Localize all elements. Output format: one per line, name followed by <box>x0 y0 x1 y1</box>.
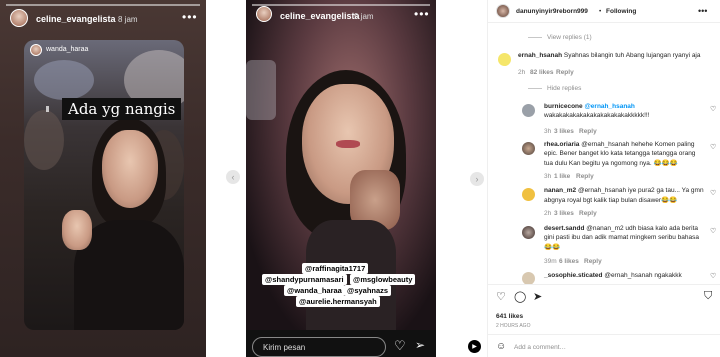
like-heart-icon[interactable]: ♡ <box>710 105 716 113</box>
comment-likes[interactable]: 1 like <box>554 173 570 180</box>
mention-tag[interactable]: @msglowbeauty <box>350 274 416 285</box>
view-replies-link[interactable]: View replies (1) <box>547 34 592 41</box>
comment-icon[interactable]: ◯ <box>514 290 526 303</box>
comment-likes[interactable]: 3 likes <box>554 128 574 135</box>
reply-thread-line <box>528 88 542 89</box>
comment-text: 😂😂 <box>544 244 561 251</box>
emoji-icon[interactable]: ☺ <box>496 341 506 352</box>
story-username[interactable]: celine_evangelista <box>36 14 116 24</box>
author-avatar[interactable] <box>496 4 510 18</box>
post-timestamp: 2 HOURS AGO <box>496 323 531 329</box>
heart-icon[interactable]: ♡ <box>394 338 406 354</box>
avatar[interactable] <box>256 6 272 22</box>
play-icon[interactable]: ▶ <box>468 340 481 353</box>
comment: nanan_m2 @ernah_hsanah iye pura2 ga tau.… <box>544 187 704 194</box>
divider <box>488 334 720 335</box>
comment: rhea.oriaria @ernah_hsanah hehehe Komen … <box>544 141 694 148</box>
story-progress-bar <box>6 4 200 6</box>
reply-button[interactable]: Reply <box>576 173 594 180</box>
story-username[interactable]: celine_evangelista <box>280 11 360 21</box>
like-heart-icon[interactable]: ♡ <box>710 143 716 151</box>
comment-text: epic. Bener banget klo kata tetangga tet… <box>544 150 696 157</box>
comment-time: 3h <box>544 173 552 180</box>
comment-text: @ernah_hsanah iye pura2 ga tau... Ya gmn <box>577 187 704 194</box>
comment-user[interactable]: desert.sandd <box>544 225 584 232</box>
like-icon[interactable]: ♡ <box>496 290 506 303</box>
like-heart-icon[interactable]: ♡ <box>710 227 716 235</box>
comment-text: tua dulu Kan begitu ya ngomong nya. 😂😂😂 <box>544 160 678 167</box>
comment-user[interactable]: _sosophie.sticated <box>544 272 603 279</box>
comment: ernah_hsanah Syahnas bilangin tuh Abang … <box>518 52 701 59</box>
mention-tag[interactable]: @raffinagita1717 <box>302 263 369 274</box>
mention-tag[interactable]: @aurelie.hermansyah <box>296 296 380 307</box>
more-options-icon[interactable]: ••• <box>414 7 430 21</box>
story-time: 9 jam <box>354 12 374 21</box>
comment-text: gini pasti ibu dan adik mamat mingkem se… <box>544 234 700 241</box>
story-caption: Ada yg nangis <box>62 98 182 120</box>
comment-text: Syahnas bilangin tuh Abang lujangan ryan… <box>563 52 701 59</box>
post-author[interactable]: danunyinyir9reborn999 <box>516 8 588 15</box>
like-count[interactable]: 641 likes <box>496 313 523 320</box>
comment-user[interactable]: rhea.oriaria <box>544 141 579 148</box>
comment-user[interactable]: ernah_hsanah <box>518 52 562 59</box>
send-icon[interactable]: ➢ <box>415 338 425 352</box>
commenter-avatar[interactable] <box>522 142 535 155</box>
comment-time: 2h <box>518 69 526 76</box>
comment: desert.sandd @nanan_m2 udh biasa kalo ad… <box>544 225 698 232</box>
comment-text: abgnya royal bgt kalik tiap bulan disawe… <box>544 197 678 204</box>
reply-thread-line <box>528 37 542 38</box>
inner-avatar <box>30 44 42 56</box>
bookmark-icon[interactable]: ⛉ <box>704 290 712 303</box>
comment-time: 3h <box>544 128 552 135</box>
story-time: 8 jam <box>118 15 138 24</box>
comment: _sosophie.sticated @ernah_hsanah ngakakk… <box>544 272 682 279</box>
comment-user[interactable]: burnicecone <box>544 103 583 110</box>
reply-button[interactable]: Reply <box>579 128 597 135</box>
comment-text: @nanan_m2 udh biasa kalo ada berita <box>586 225 699 232</box>
commenter-avatar[interactable] <box>522 226 535 239</box>
comment-user[interactable]: nanan_m2 <box>544 187 576 194</box>
comment: burnicecone @ernah_hsanah <box>544 103 635 110</box>
more-options-icon[interactable]: ••• <box>698 6 707 16</box>
story-viewer-right[interactable]: celine_evangelista 9 jam ••• @raffinagit… <box>246 0 436 357</box>
story-viewer-left[interactable]: celine_evangelista 8 jam ••• wanda_haraa… <box>0 0 206 357</box>
post-comments-panel: danunyinyir9reborn999 • Following ••• Vi… <box>487 0 720 357</box>
chevron-right-icon[interactable]: › <box>470 172 484 186</box>
comment-mention[interactable]: @ernah_hsanah <box>584 103 634 110</box>
commenter-avatar[interactable] <box>498 53 511 66</box>
hide-replies-link[interactable]: Hide replies <box>547 85 581 92</box>
comment-text: @ernah_hsanah hehehe Komen paling <box>581 141 695 148</box>
reply-placeholder: Kirim pesan <box>263 343 306 352</box>
comment-time: 39m <box>544 258 557 265</box>
mention-tag[interactable]: @wanda_haraa <box>284 285 345 296</box>
comment-likes[interactable]: 82 likes <box>530 69 554 76</box>
comment-likes[interactable]: 3 likes <box>554 210 574 217</box>
share-icon[interactable]: ➤ <box>533 290 542 303</box>
story-shared-post[interactable]: wanda_haraa <box>24 40 184 330</box>
avatar[interactable] <box>10 9 28 27</box>
divider <box>488 284 720 285</box>
reply-button[interactable]: Reply <box>556 69 574 76</box>
comment-text: @ernah_hsanah ngakakkk <box>604 272 682 279</box>
comment-text: wakakakakakakakakakakakakkkkk!!! <box>544 112 650 119</box>
add-comment-input[interactable]: Add a comment… <box>514 344 566 351</box>
inner-username: wanda_haraa <box>46 46 89 53</box>
chevron-left-icon[interactable]: ‹ <box>226 170 240 184</box>
more-options-icon[interactable]: ••• <box>182 10 198 24</box>
reply-input[interactable]: Kirim pesan <box>252 337 386 357</box>
following-button[interactable]: Following <box>606 8 636 15</box>
commenter-avatar[interactable] <box>522 188 535 201</box>
like-heart-icon[interactable]: ♡ <box>710 272 716 280</box>
mention-tag[interactable]: @syahnazs <box>344 285 392 296</box>
divider <box>488 22 720 23</box>
reply-button[interactable]: Reply <box>579 210 597 217</box>
reply-button[interactable]: Reply <box>584 258 602 265</box>
mention-tag[interactable]: @shandypurnamasari <box>262 274 347 285</box>
commenter-avatar[interactable] <box>522 104 535 117</box>
like-heart-icon[interactable]: ♡ <box>710 189 716 197</box>
comment-time: 2h <box>544 210 552 217</box>
story-progress-bar <box>252 4 430 6</box>
separator-dot: • <box>599 8 602 15</box>
comment-likes[interactable]: 6 likes <box>559 258 579 265</box>
